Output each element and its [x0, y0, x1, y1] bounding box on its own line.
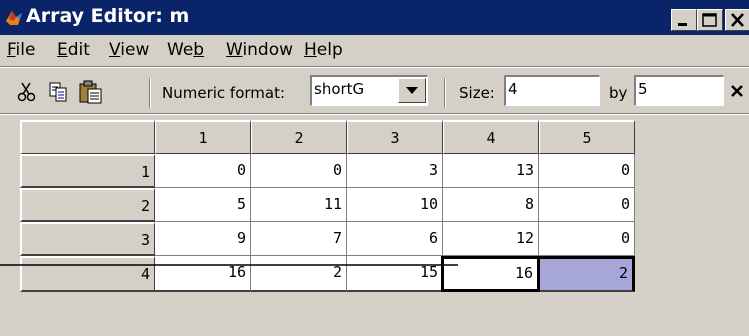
row-header[interactable]: 3	[20, 222, 155, 256]
numeric-format-value: shortG	[314, 80, 365, 98]
dropdown-button[interactable]	[398, 78, 426, 103]
menu-view[interactable]: View	[109, 39, 149, 61]
menu-edit[interactable]: Edit	[57, 39, 90, 61]
table-cell[interactable]: 6	[347, 222, 443, 256]
copy-icon[interactable]	[47, 80, 71, 104]
table-cell[interactable]: 9	[155, 222, 251, 256]
close-editor-icon[interactable]	[729, 83, 745, 99]
grid-gutter	[635, 120, 749, 292]
column-header[interactable]: 3	[347, 120, 443, 154]
table-cell[interactable]: 10	[347, 188, 443, 222]
table-cell[interactable]: 13	[443, 154, 539, 188]
chevron-down-icon	[406, 87, 418, 94]
maximize-icon	[702, 13, 717, 27]
table-cell[interactable]: 5	[155, 188, 251, 222]
grid-corner[interactable]	[20, 120, 155, 154]
table-cell[interactable]: 7	[251, 222, 347, 256]
cut-icon[interactable]	[15, 81, 39, 103]
column-header[interactable]: 1	[155, 120, 251, 154]
row-header[interactable]: 2	[20, 188, 155, 222]
column-header[interactable]: 2	[251, 120, 347, 154]
table-cell[interactable]: 8	[443, 188, 539, 222]
column-header[interactable]: 5	[539, 120, 635, 154]
menu-help[interactable]: Help	[304, 39, 343, 61]
close-icon	[731, 13, 744, 27]
size-label: Size:	[459, 84, 495, 102]
close-button[interactable]	[725, 9, 749, 31]
numeric-format-label: Numeric format:	[162, 84, 286, 102]
table-cell[interactable]: 0	[539, 188, 635, 222]
paste-icon[interactable]	[78, 79, 104, 105]
title-bar[interactable]: Array Editor: m	[0, 0, 749, 35]
by-label: by	[609, 84, 628, 102]
array-editor-window: Array Editor: m File Edit View Web Windo…	[0, 0, 749, 336]
selected-cell[interactable]: 2	[540, 256, 635, 292]
toolbar-bottom-highlight	[0, 114, 749, 115]
window-title: Array Editor: m	[26, 5, 190, 27]
table-cell[interactable]: 3	[347, 154, 443, 188]
menu-web[interactable]: Web	[167, 39, 204, 61]
toolbar-separator	[149, 78, 151, 108]
table-cell[interactable]: 12	[443, 222, 539, 256]
menu-window[interactable]: Window	[226, 39, 293, 61]
size-rows-input[interactable]: 4	[504, 75, 600, 106]
column-header[interactable]: 4	[443, 120, 539, 154]
table-cell[interactable]: 11	[251, 188, 347, 222]
maximize-button[interactable]	[697, 9, 723, 31]
status-bar	[0, 297, 749, 336]
table-cell[interactable]: 0	[539, 154, 635, 188]
table-cell[interactable]: 0	[251, 154, 347, 188]
minimize-icon	[678, 23, 687, 26]
menu-bar: File Edit View Web Window Help	[0, 37, 749, 65]
array-grid: 1 2 3 4 5 1 0 0 3 13 0 2 5 11 10 8 0 3 9…	[7, 117, 749, 297]
matlab-logo-icon	[6, 11, 22, 25]
numeric-format-select[interactable]: shortG	[310, 75, 428, 106]
size-cols-input[interactable]: 5	[634, 75, 724, 106]
table-cell[interactable]: 0	[155, 154, 251, 188]
minimize-button[interactable]	[671, 9, 697, 31]
toolbar: Numeric format: shortG Size: 4 by 5	[0, 68, 749, 113]
callout-line	[0, 264, 458, 266]
row-header[interactable]: 1	[20, 154, 155, 188]
table-cell[interactable]: 0	[539, 222, 635, 256]
toolbar-separator-2	[444, 78, 446, 108]
menu-file[interactable]: File	[7, 39, 35, 61]
